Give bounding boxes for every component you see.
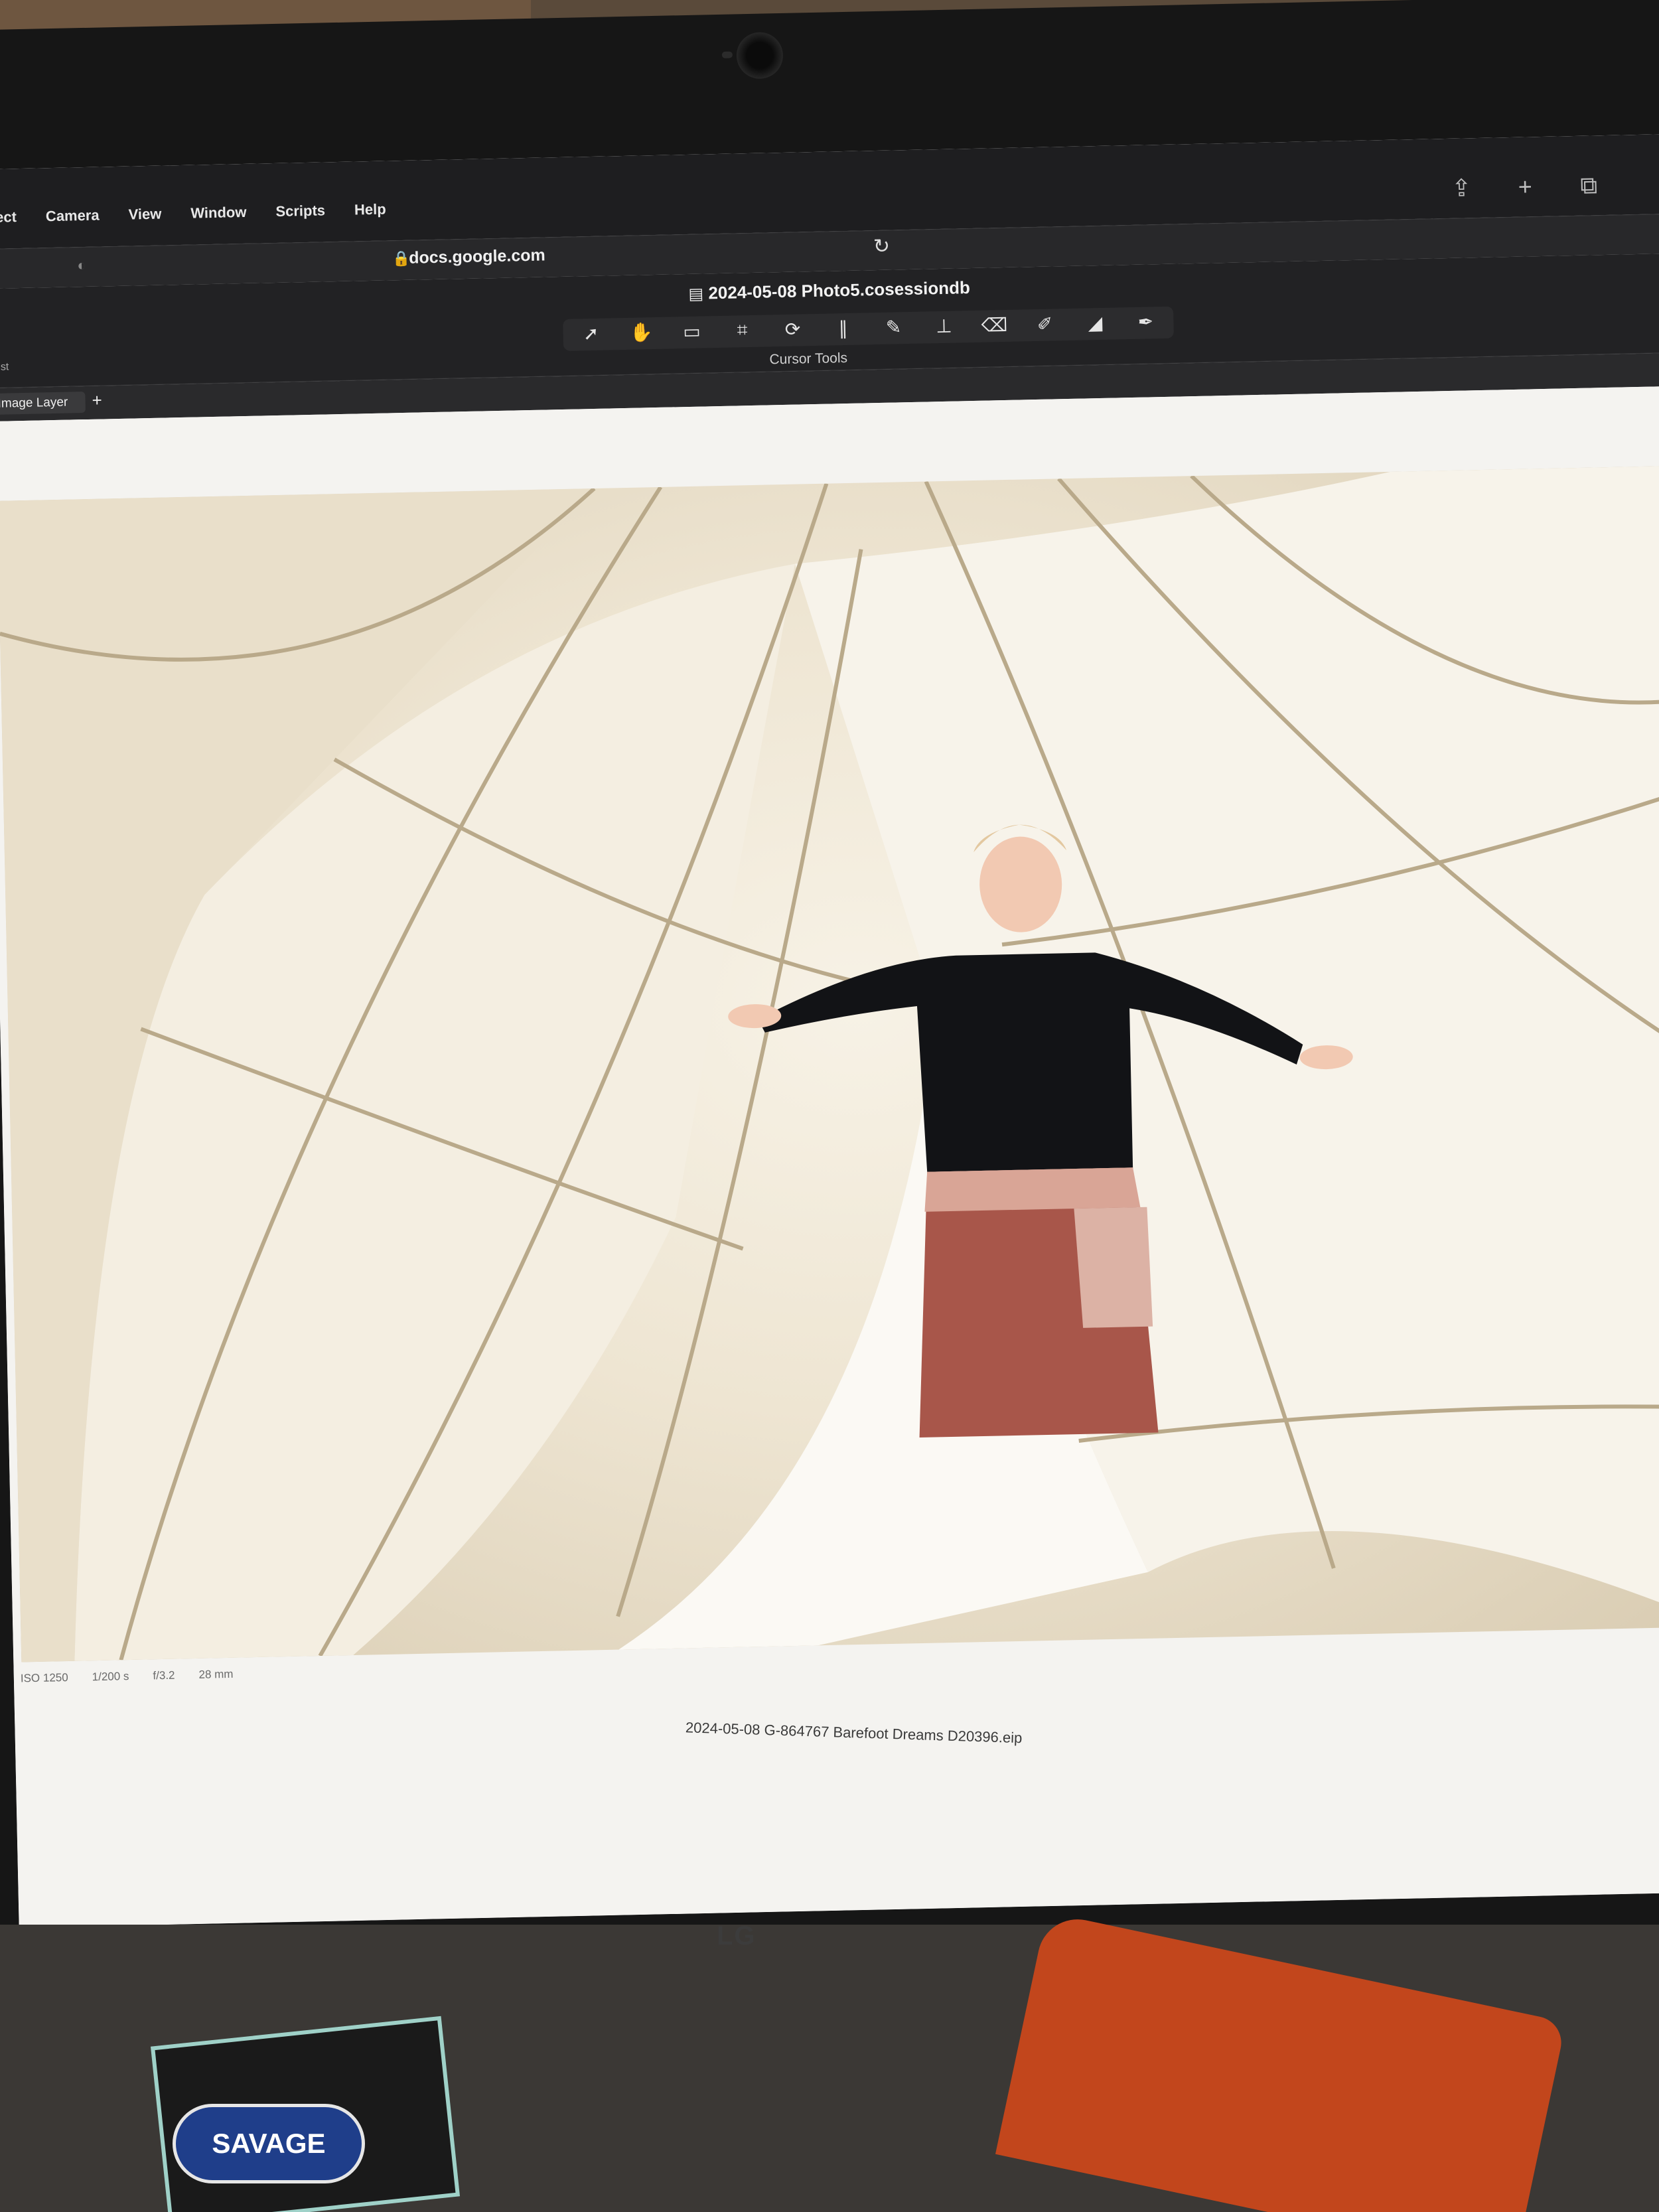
menu-window[interactable]: Window — [190, 204, 247, 222]
rotate-icon[interactable]: ⟳ — [776, 318, 809, 342]
brush-icon[interactable]: ✐ — [1029, 313, 1061, 337]
photo-filename: 2024-05-08 G-864767 Barefoot Dreams D203… — [685, 1719, 1023, 1747]
eraser-icon[interactable]: ⌫ — [978, 314, 1011, 338]
tabs-icon[interactable]: ⧉ — [1575, 171, 1603, 200]
menu-view[interactable]: View — [128, 206, 161, 224]
tools-caption: Cursor Tools — [769, 350, 848, 368]
photo-viewer: ISO 1250 1/200 s f/3.2 28 mm 2024-05-08 … — [0, 386, 1659, 1928]
shield-icon[interactable]: ◐ — [77, 257, 86, 274]
plus-icon[interactable]: + — [1512, 173, 1539, 202]
picker-icon[interactable]: ✎ — [877, 316, 910, 340]
shutter-value: 1/200 s — [92, 1670, 129, 1684]
layer-select[interactable]: Image Layer — [0, 392, 86, 415]
cursor-arrow-icon[interactable]: ➚ — [575, 323, 607, 347]
straighten-icon[interactable]: ∥ — [827, 317, 859, 342]
fill-icon[interactable]: ◢ — [1079, 312, 1112, 336]
menu-camera[interactable]: Camera — [46, 207, 100, 226]
focal-length-value: 28 mm — [198, 1667, 234, 1681]
aperture-value: f/3.2 — [153, 1668, 175, 1682]
menu-help[interactable]: Help — [354, 200, 386, 218]
savage-badge: SAVAGE — [173, 2104, 365, 2183]
document-title: 2024-05-08 Photo5.cosessiondb — [708, 277, 971, 303]
url-text[interactable]: docs.google.com — [409, 246, 545, 267]
menu-select[interactable]: elect — [0, 208, 17, 226]
monitor: elect Camera View Window Scripts Help ⇪ … — [0, 0, 1659, 2022]
photo-illustration — [0, 465, 1659, 1662]
cursor-tools: ➚ ✋ ▭ ⌗ ⟳ ∥ ✎ ⊥ ⌫ ✐ ◢ ✒ — [563, 306, 1174, 351]
select-rect-icon[interactable]: ▭ — [676, 320, 708, 344]
document-icon: ▤ — [688, 285, 704, 303]
adjust-label: djust — [0, 361, 9, 374]
stamp-icon[interactable]: ⊥ — [928, 315, 960, 339]
webcam-led — [721, 51, 733, 58]
photo-parachute-portrait[interactable] — [0, 465, 1659, 1662]
share-icon[interactable]: ⇪ — [1448, 174, 1475, 203]
add-layer-button[interactable]: + — [92, 390, 102, 411]
iso-value: ISO 1250 — [20, 1670, 68, 1685]
lock-icon: 🔒 — [392, 250, 411, 267]
reload-icon[interactable]: ↻ — [873, 235, 891, 259]
pen-icon[interactable]: ✒ — [1129, 311, 1162, 335]
monitor-logo: LG — [717, 1921, 757, 1951]
pan-hand-icon[interactable]: ✋ — [625, 321, 658, 346]
menu-items: elect Camera View Window Scripts Help — [0, 200, 386, 226]
photo-metadata: ISO 1250 1/200 s f/3.2 28 mm — [21, 1668, 234, 1686]
menu-scripts[interactable]: Scripts — [275, 202, 325, 220]
crop-icon[interactable]: ⌗ — [726, 319, 758, 344]
webcam — [736, 31, 784, 80]
screen: elect Camera View Window Scripts Help ⇪ … — [0, 133, 1659, 1928]
window-actions: ⇪ + ⧉ — [1448, 171, 1603, 203]
